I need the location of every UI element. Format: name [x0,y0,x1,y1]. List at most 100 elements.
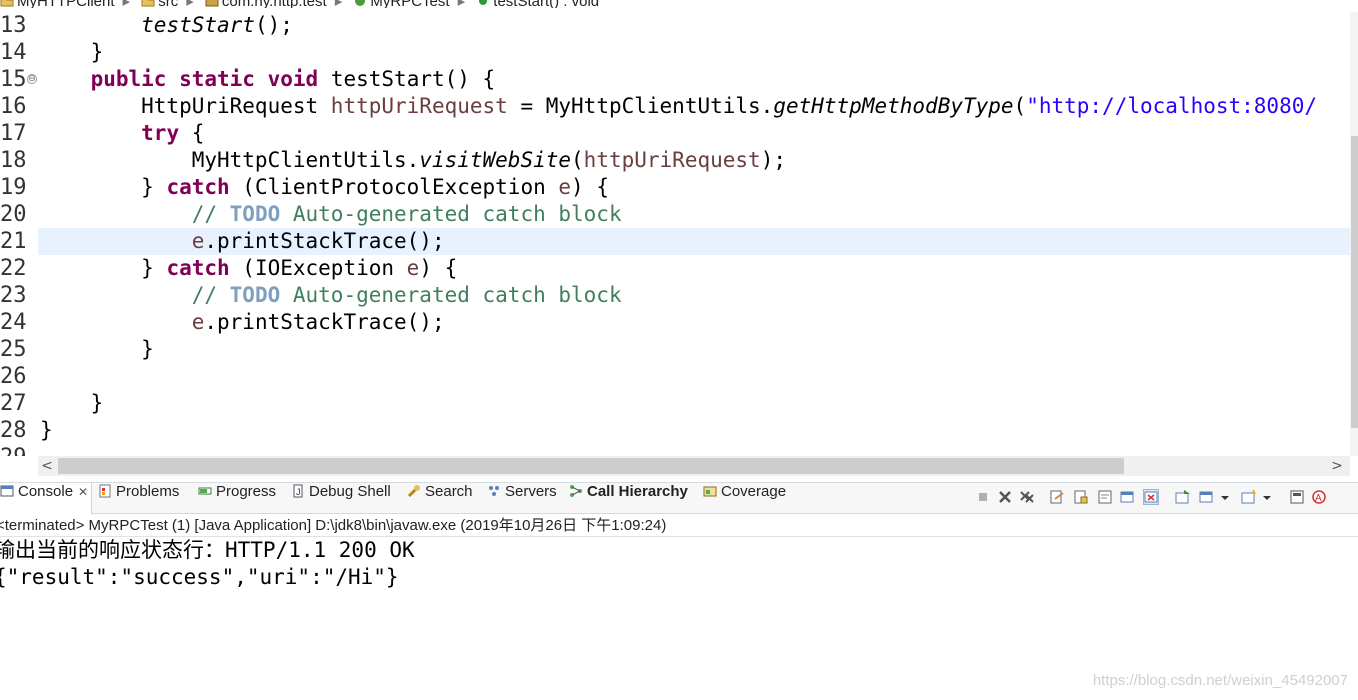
remove-launch-icon[interactable] [997,489,1013,505]
code-text: } [40,390,104,417]
code-line[interactable]: 27 } [0,390,1350,417]
code-line[interactable]: 24 e.printStackTrace(); [0,309,1350,336]
fold-toggle-icon[interactable]: ⊖ [27,74,37,84]
tab-label: Progress [216,483,277,500]
chevron-down-icon[interactable] [1219,489,1235,505]
code-line[interactable]: 22 } catch (IOException e) { [0,255,1350,282]
breadcrumb-package[interactable]: com.hy.http.test [205,0,327,8]
chevron-right-icon: ▸ [123,0,131,8]
breadcrumb-label: com.hy.http.test [222,0,327,8]
scroll-right-arrow[interactable]: > [1328,456,1346,476]
vertical-scrollbar[interactable] [1350,12,1358,456]
console-output-line: 输出当前的响应状态行：HTTP/1.1 200 OK [0,538,415,562]
code-line[interactable]: 16 HttpUriRequest httpUriRequest = MyHtt… [0,93,1350,120]
code-line[interactable]: 13 testStart(); [0,12,1350,39]
tab-console[interactable]: Console ✕ [0,483,92,515]
code-text: e.printStackTrace(); [40,309,445,336]
terminate-icon[interactable] [975,489,991,505]
tab-progress[interactable]: Progress [198,483,276,515]
code-editor[interactable]: 13 testStart(); 14 } 15 ⊖ public static voi… [0,12,1358,456]
tab-coverage[interactable]: Coverage [703,483,786,515]
code-token: Auto-generated catch block [280,202,622,226]
progress-icon [198,484,212,498]
code-token: void [267,67,319,91]
code-token: ); [760,148,786,172]
code-token: "http://localhost:8080/ [1026,94,1317,118]
breadcrumb-label: testStart() : void [493,0,599,8]
breadcrumb-class[interactable]: MyRPCTest [353,0,450,8]
line-number: 25 [0,337,27,362]
tab-call-hierarchy[interactable]: Call Hierarchy [569,483,688,515]
code-line[interactable]: 28} [0,417,1350,444]
tab-problems[interactable]: Problems [98,483,179,515]
line-number: 15 [0,67,27,92]
new-console-icon[interactable] [1241,489,1257,505]
code-text: } catch (ClientProtocolException e) { [40,174,609,201]
code-token: getHttpMethodByType [773,94,1014,118]
code-token: e [558,175,572,199]
code-token: (); [254,13,293,37]
code-token: catch [166,256,230,280]
clear-console-icon[interactable] [1049,489,1065,505]
display-selected-console-icon[interactable] [1175,489,1191,505]
code-line[interactable]: 23 // TODO Auto-generated catch block [0,282,1350,309]
code-token: .printStackTrace(); [204,229,445,253]
pin-console-icon[interactable] [1143,489,1159,505]
code-token: } [40,175,167,199]
code-line[interactable]: 29 [0,444,1350,456]
chevron-down-icon[interactable] [1261,489,1277,505]
close-icon[interactable]: ✕ [78,485,88,499]
breadcrumb-src[interactable]: src [141,0,178,8]
code-line[interactable]: 14 } [0,39,1350,66]
code-line[interactable]: 20 // TODO Auto-generated catch block [0,201,1350,228]
horizontal-scrollbar[interactable]: < > [38,456,1350,476]
code-line[interactable]: 21 e.printStackTrace(); [0,228,1350,255]
vertical-scrollbar-thumb[interactable] [1351,136,1358,428]
tab-servers[interactable]: Servers [487,483,557,515]
code-token: testStart [141,13,255,37]
code-line[interactable]: 17 try { [0,120,1350,147]
breadcrumb-method[interactable]: testStart() : void [476,0,599,8]
call-hierarchy-icon [569,484,583,498]
scroll-left-arrow[interactable]: < [38,456,56,476]
word-wrap-icon[interactable] [1097,489,1113,505]
code-line[interactable]: 26 [0,363,1350,390]
code-line[interactable]: 25 } [0,336,1350,363]
tab-search[interactable]: Search [407,483,473,515]
code-text: } [40,336,154,363]
remove-all-terminated-icon[interactable] [1019,489,1035,505]
breadcrumb-project[interactable]: MyHTTPClient [0,0,115,8]
open-console-icon[interactable] [1199,489,1215,505]
tab-debug-shell[interactable]: J Debug Shell [291,483,391,515]
tab-label: Coverage [721,483,787,500]
code-token: Auto-generated catch block [280,283,622,307]
code-line[interactable]: 18 MyHttpClientUtils.visitWebSite(httpUr… [0,147,1350,174]
code-token: } [40,256,167,280]
breadcrumb-label: MyHTTPClient [17,0,115,8]
show-console-on-output-icon[interactable] [1120,489,1136,505]
horizontal-scrollbar-thumb[interactable] [58,458,1124,474]
tab-label: Search [425,483,473,500]
code-token: HttpUriRequest [40,94,331,118]
method-icon [476,0,490,6]
watermark: https://blog.csdn.net/weixin_45492007 [1092,672,1348,689]
code-token: ( [1013,94,1027,118]
code-token: e [406,256,420,280]
code-token: catch [166,175,230,199]
maximize-icon[interactable]: A [1311,489,1327,505]
code-line[interactable]: 15 ⊖ public static void testStart() { [0,66,1350,93]
chevron-right-icon: ▸ [458,0,466,8]
coverage-icon [703,484,717,498]
code-token: } [40,40,104,64]
minimize-icon[interactable] [1289,489,1305,505]
line-number: 20 [0,202,27,227]
line-number: 24 [0,310,27,335]
code-line[interactable]: 19 } catch (ClientProtocolException e) { [0,174,1350,201]
scroll-lock-icon[interactable] [1073,489,1089,505]
